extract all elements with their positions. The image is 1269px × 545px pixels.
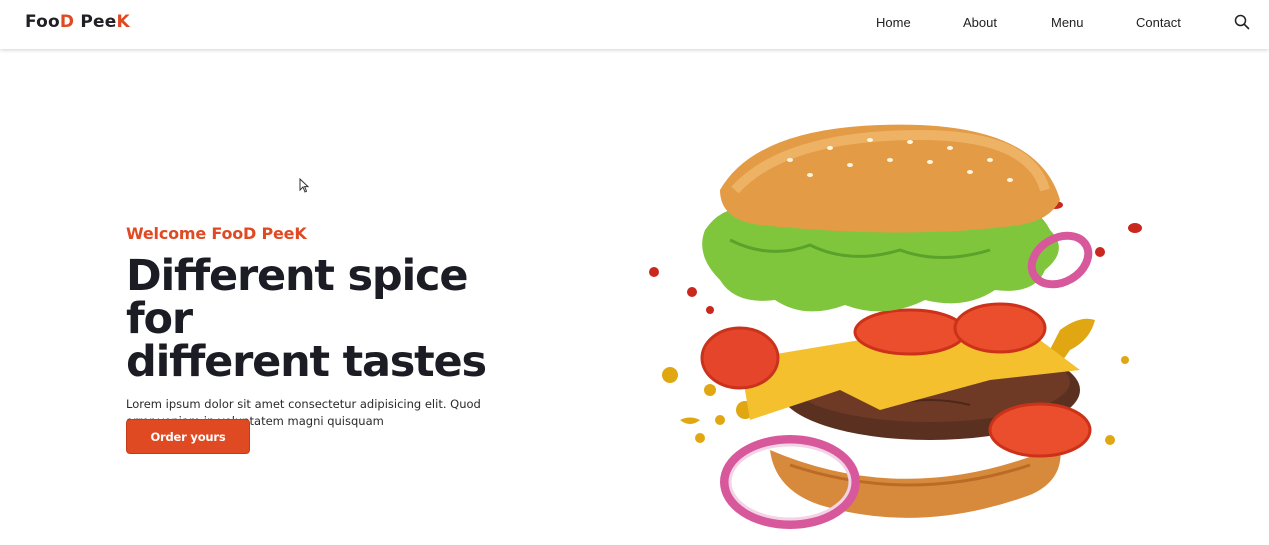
search-icon[interactable] [1234,14,1250,30]
headline-line-1: Different spice for [126,251,468,344]
order-button[interactable]: Order yours [126,419,250,454]
headline-line-2: different tastes [126,337,487,387]
hero-section: Welcome FooD PeeK Different spice for di… [126,224,546,430]
nav-menu[interactable]: Menu [1051,15,1084,30]
nav-about[interactable]: About [963,15,997,30]
welcome-heading: Welcome FooD PeeK [126,224,307,243]
nav-home[interactable]: Home [876,15,911,30]
hero-headline: Different spice for different tastes [126,255,546,384]
mouse-pointer [299,177,310,193]
site-header: FooD PeeK Home About Menu Contact [0,0,1269,49]
burger-image [640,120,1160,540]
brand-logo[interactable]: FooD PeeK [25,12,130,32]
nav-contact[interactable]: Contact [1136,15,1181,30]
